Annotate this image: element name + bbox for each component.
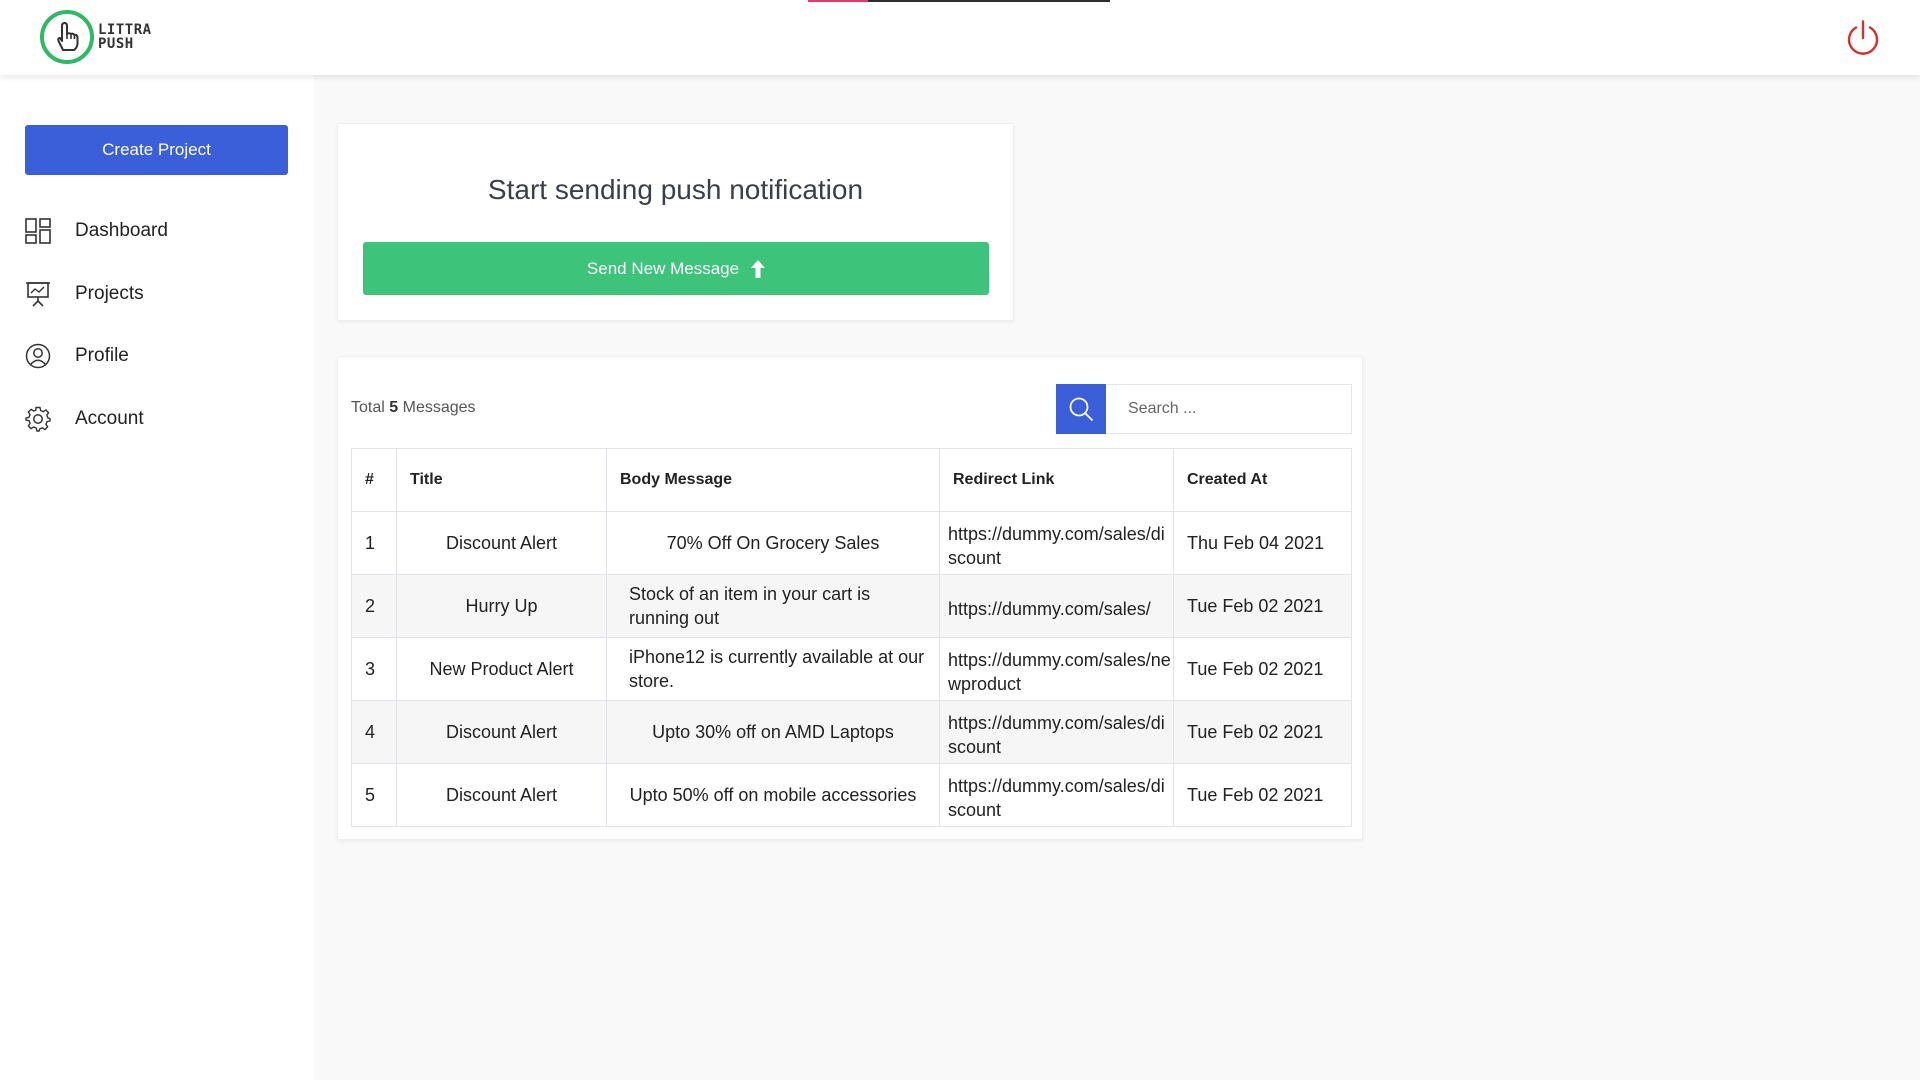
sidebar-item-profile[interactable]: Profile: [24, 340, 129, 372]
row-body: Upto 30% off on AMD Laptops: [606, 700, 940, 764]
messages-card: Total 5 Messages # Title Body Message Re…: [337, 356, 1363, 840]
page-loading-bar-fill: [808, 0, 869, 2]
row-title: Hurry Up: [396, 574, 607, 638]
send-notification-card: Start sending push notification Send New…: [337, 123, 1014, 321]
row-created-at: Tue Feb 02 2021: [1173, 700, 1352, 764]
row-link[interactable]: https://dummy.com/sales/newproduct: [939, 637, 1174, 701]
column-header-body: Body Message: [606, 448, 940, 512]
logout-power-button[interactable]: [1844, 19, 1882, 57]
row-body: Stock of an item in your cart is running…: [606, 574, 940, 638]
page-loading-bar: [808, 0, 1110, 2]
row-created-at: Tue Feb 02 2021: [1173, 763, 1352, 827]
row-title: New Product Alert: [396, 637, 607, 701]
sidebar-item-dashboard[interactable]: Dashboard: [24, 215, 168, 247]
row-number: 1: [351, 511, 397, 575]
table-row[interactable]: 2 Hurry Up Stock of an item in your cart…: [351, 574, 1352, 638]
sidebar: Create Project Dashboard Projects Profil…: [0, 75, 314, 1080]
row-title: Discount Alert: [396, 763, 607, 827]
logo-wordmark: LITTRA PUSH: [98, 22, 152, 52]
send-button-label: Send New Message: [586, 258, 740, 278]
row-created-at: Tue Feb 02 2021: [1173, 637, 1352, 701]
sidebar-item-label: Projects: [75, 283, 144, 304]
row-link[interactable]: https://dummy.com/sales/discount: [939, 700, 1174, 764]
table-row[interactable]: 3 New Product Alert iPhone12 is currentl…: [351, 637, 1352, 701]
row-body: 70% Off On Grocery Sales: [606, 511, 940, 575]
table-row[interactable]: 4 Discount Alert Upto 30% off on AMD Lap…: [351, 700, 1352, 764]
search-icon: [1069, 397, 1093, 421]
user-circle-icon: [24, 343, 51, 370]
column-header-created: Created At: [1173, 448, 1352, 512]
app-logo[interactable]: LITTRA PUSH: [40, 10, 152, 64]
table-row[interactable]: 5 Discount Alert Upto 50% off on mobile …: [351, 763, 1352, 827]
top-header: LITTRA PUSH: [0, 0, 1920, 75]
card-heading: Start sending push notification: [487, 174, 864, 205]
row-title: Discount Alert: [396, 700, 607, 764]
row-number: 4: [351, 700, 397, 764]
arrow-up-icon: [751, 259, 766, 278]
search-button[interactable]: [1056, 384, 1106, 434]
create-project-button[interactable]: Create Project: [25, 125, 288, 175]
column-header-number: #: [351, 448, 397, 512]
column-header-title: Title: [396, 448, 607, 512]
row-number: 3: [351, 637, 397, 701]
row-link[interactable]: https://dummy.com/sales/: [939, 574, 1174, 638]
presentation-icon: [24, 281, 51, 308]
power-icon: [1847, 20, 1879, 55]
sidebar-item-label: Dashboard: [75, 220, 168, 241]
sidebar-item-label: Account: [75, 408, 144, 429]
table-row[interactable]: 1 Discount Alert 70% Off On Grocery Sale…: [351, 511, 1352, 575]
search-input[interactable]: [1106, 384, 1352, 434]
row-link[interactable]: https://dummy.com/sales/discount: [939, 511, 1174, 575]
dashboard-icon: [24, 218, 51, 245]
sidebar-item-label: Profile: [75, 345, 129, 366]
row-number: 5: [351, 763, 397, 827]
row-title: Discount Alert: [396, 511, 607, 575]
column-header-link: Redirect Link: [939, 448, 1174, 512]
row-body: Upto 50% off on mobile accessories: [606, 763, 940, 827]
row-link[interactable]: https://dummy.com/sales/discount: [939, 763, 1174, 827]
total-messages-count: 5: [389, 399, 399, 416]
total-messages-text: Total 5 Messages: [351, 399, 476, 416]
row-created-at: Thu Feb 04 2021: [1173, 511, 1352, 575]
sidebar-item-account[interactable]: Account: [24, 403, 144, 435]
messages-table: # Title Body Message Redirect Link Creat…: [351, 448, 1352, 827]
table-header-row: # Title Body Message Redirect Link Creat…: [351, 448, 1352, 512]
row-created-at: Tue Feb 02 2021: [1173, 574, 1352, 638]
send-new-message-button[interactable]: Send New Message: [363, 242, 989, 295]
row-number: 2: [351, 574, 397, 638]
sidebar-item-projects[interactable]: Projects: [24, 278, 144, 310]
gear-icon: [24, 406, 51, 433]
hand-pointer-icon: [40, 10, 94, 64]
row-body: iPhone12 is currently available at our s…: [606, 637, 940, 701]
